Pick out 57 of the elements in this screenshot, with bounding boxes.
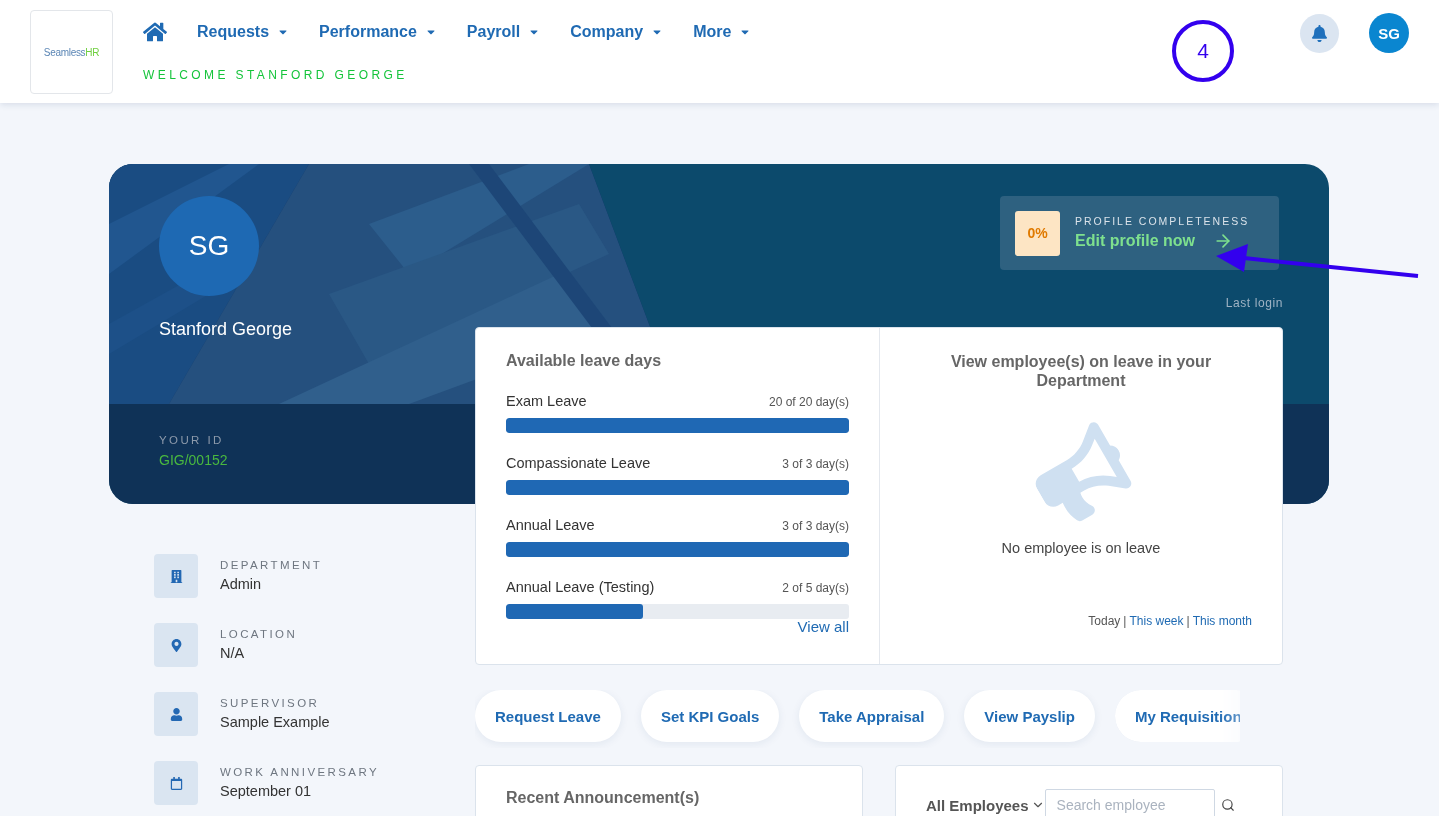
- last-login-text: Last login: [1225, 296, 1283, 310]
- employee-filter-select[interactable]: All Employees: [926, 796, 1045, 814]
- nav-menu[interactable]: Requests: [197, 23, 290, 41]
- detail-label: DEPARTMENT: [220, 559, 323, 571]
- separator: |: [1123, 614, 1127, 628]
- quick-action-button[interactable]: View Payslip: [964, 690, 1095, 742]
- leave-type: Exam Leave: [506, 393, 587, 409]
- building-icon: [169, 569, 183, 583]
- leave-reading: 3 of 3 day(s): [782, 457, 849, 471]
- profile-name: Stanford George: [159, 319, 293, 340]
- map-pin-icon: [169, 638, 183, 652]
- leave-type: Annual Leave (Testing): [506, 579, 655, 595]
- leave-reading: 3 of 3 day(s): [782, 519, 849, 533]
- period-filter[interactable]: This month: [1192, 614, 1252, 628]
- search-icon[interactable]: [1220, 798, 1235, 812]
- welcome-text: WELCOME STANFORD GEORGE: [143, 68, 409, 82]
- detail-label: WORK ANNIVERSARY: [220, 766, 379, 778]
- home-icon[interactable]: [143, 20, 167, 44]
- detail-value: September 01: [220, 783, 313, 799]
- quick-action-button[interactable]: Request Leave: [475, 690, 621, 742]
- user-avatar[interactable]: SG: [1369, 13, 1409, 53]
- id-label: YOUR ID: [159, 434, 224, 446]
- nav-menu[interactable]: Performance: [319, 23, 437, 41]
- detail-value: Admin: [220, 576, 263, 592]
- card-title: Available leave days: [506, 352, 663, 370]
- empty-message: No employee is on leave: [1001, 540, 1161, 556]
- leave-reading: 2 of 5 day(s): [782, 581, 849, 595]
- card-title: View employee(s) on leave in your Department: [949, 352, 1213, 390]
- quick-action-button[interactable]: My Requisition: [1114, 690, 1240, 742]
- annotation-circle: 4: [1172, 20, 1234, 82]
- bell-icon: [1311, 24, 1328, 42]
- quick-action-button[interactable]: Take Appraisal: [799, 690, 945, 742]
- leave-type: Annual Leave: [506, 517, 595, 533]
- detail-value: N/A: [220, 645, 246, 661]
- logo: SeamlessHR: [43, 46, 100, 58]
- leave-type: Compassionate Leave: [506, 455, 651, 471]
- card-title: Recent Announcement(s): [506, 789, 701, 807]
- search-field[interactable]: Search employee: [1044, 789, 1215, 816]
- leave-reading: 20 of 20 day(s): [768, 395, 849, 409]
- detail-value: Sample Example: [220, 714, 330, 730]
- quick-action-button[interactable]: Set KPI Goals: [640, 690, 780, 742]
- period-filter[interactable]: Today: [1088, 614, 1121, 628]
- detail-label: SUPERVISOR: [220, 697, 321, 709]
- completeness-label: PROFILE COMPLETENESS: [1075, 215, 1250, 227]
- person-icon: [169, 707, 183, 721]
- detail-label: LOCATION: [220, 628, 298, 640]
- nav-menu[interactable]: More: [693, 23, 752, 41]
- id-value: GIG/00152: [159, 452, 228, 468]
- view-all-link[interactable]: View all: [797, 618, 849, 635]
- nav-menu[interactable]: Payroll: [466, 23, 541, 41]
- calendar-icon: [169, 776, 183, 790]
- edit-profile-link[interactable]: Edit profile now: [1075, 231, 1250, 251]
- completeness-badge: 0%: [1015, 210, 1060, 256]
- notifications-button[interactable]: [1300, 13, 1339, 53]
- separator: |: [1186, 614, 1190, 628]
- period-filter[interactable]: This week: [1129, 614, 1184, 628]
- nav-menu[interactable]: Company: [570, 23, 664, 41]
